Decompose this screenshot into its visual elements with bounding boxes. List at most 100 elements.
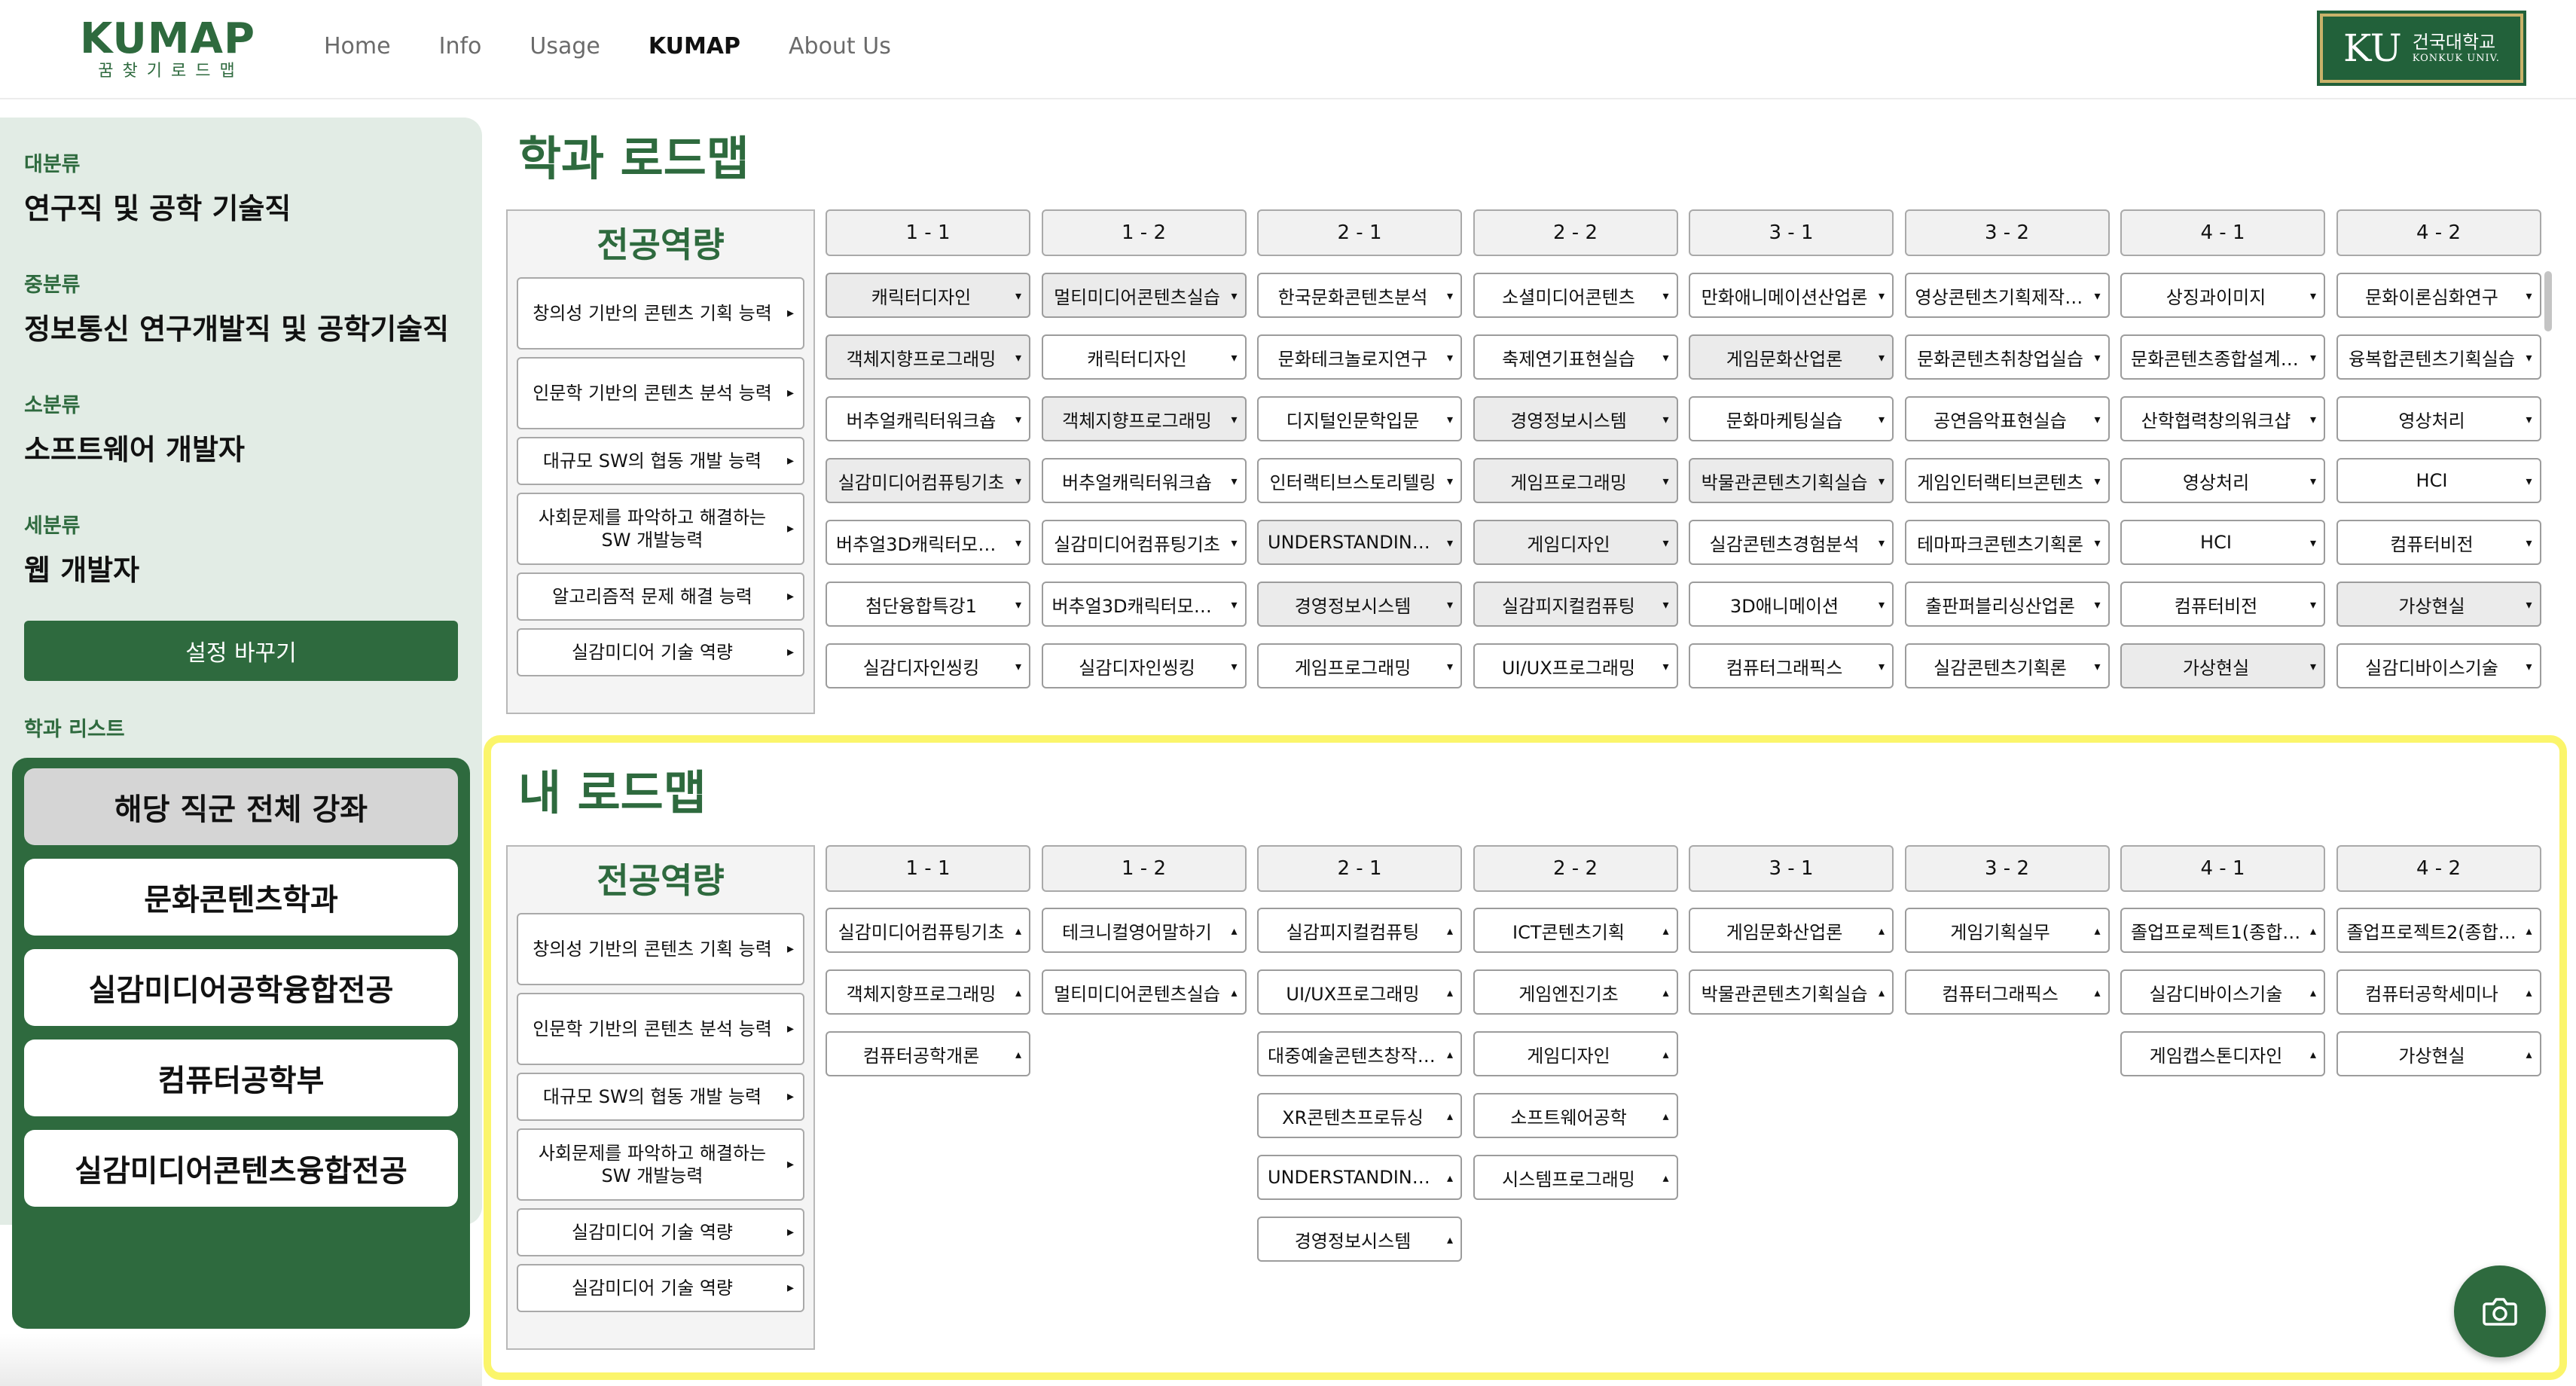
course-select[interactable]: 가상현실 ▴: [2336, 1031, 2541, 1076]
course-select[interactable]: 첨단융합특강1 ▾: [826, 582, 1030, 627]
course-select[interactable]: 산학협력창의워크샵 ▾: [2120, 396, 2325, 441]
course-select[interactable]: 가상현실 ▾: [2336, 582, 2541, 627]
course-select[interactable]: 실감디바이스기술 ▾: [2336, 643, 2541, 688]
course-select[interactable]: 시스템프로그래밍 ▴: [1473, 1155, 1678, 1200]
nav-about-us[interactable]: About Us: [789, 32, 891, 62]
course-select[interactable]: 게임디자인 ▴: [1473, 1031, 1678, 1076]
course-select[interactable]: 상징과이미지 ▾: [2120, 273, 2325, 318]
my-competency-item[interactable]: 대규모 SW의 협동 개발 능력 ▸: [517, 1073, 804, 1121]
nav-home[interactable]: Home: [324, 32, 391, 62]
course-select[interactable]: 문화마케팅실습 ▾: [1689, 396, 1894, 441]
course-select[interactable]: 실감디자인씽킹 ▾: [1041, 643, 1247, 688]
course-select[interactable]: 3D애니메이션 ▾: [1689, 582, 1894, 627]
course-select[interactable]: 실감콘텐츠기획론 ▾: [1904, 643, 2110, 688]
course-select[interactable]: UI/UX프로그래밍 ▴: [1257, 969, 1462, 1015]
course-select[interactable]: 박물관콘텐츠기획실습 ▴: [1689, 969, 1894, 1015]
dept-item-all-courses[interactable]: 해당 직군 전체 강좌: [24, 768, 458, 845]
dept-competency-item[interactable]: 알고리즘적 문제 해결 능력 ▸: [517, 572, 804, 621]
course-select[interactable]: 테마파크콘텐츠기획론 ▾: [1904, 520, 2110, 565]
course-select[interactable]: XR콘텐츠프로듀싱 ▴: [1257, 1093, 1462, 1138]
course-select[interactable]: 컴퓨터비전 ▾: [2120, 582, 2325, 627]
course-select[interactable]: 졸업프로젝트2(종합설계) ▴: [2336, 908, 2541, 953]
course-select[interactable]: 융복합콘텐츠기획실습 ▾: [2336, 334, 2541, 380]
course-select[interactable]: 문화이론심화연구 ▾: [2336, 273, 2541, 318]
course-select[interactable]: 객체지향프로그래밍 ▴: [826, 969, 1030, 1015]
course-select[interactable]: 경영정보시스템 ▾: [1473, 396, 1678, 441]
course-select[interactable]: 디지털인문학입문 ▾: [1257, 396, 1462, 441]
course-select[interactable]: 게임디자인 ▾: [1473, 520, 1678, 565]
course-select[interactable]: 컴퓨터공학세미나 ▴: [2336, 969, 2541, 1015]
course-select[interactable]: 소셜미디어콘텐츠 ▾: [1473, 273, 1678, 318]
course-select[interactable]: 객체지향프로그래밍 ▾: [1041, 396, 1247, 441]
course-select[interactable]: 문화테크놀로지연구 ▾: [1257, 334, 1462, 380]
course-select[interactable]: 실감피지컬컴퓨팅 ▾: [1473, 582, 1678, 627]
nav-kumap[interactable]: KUMAP: [649, 32, 740, 62]
course-select[interactable]: 가상현실 ▾: [2120, 643, 2325, 688]
course-select[interactable]: 소프트웨어공학 ▴: [1473, 1093, 1678, 1138]
course-select[interactable]: 게임프로그래밍 ▾: [1257, 643, 1462, 688]
course-select[interactable]: 버추얼3D캐릭터모델링 ▾: [1041, 582, 1247, 627]
nav-usage[interactable]: Usage: [530, 32, 600, 62]
course-select[interactable]: 멀티미디어콘텐츠실습 ▴: [1041, 969, 1247, 1015]
course-select[interactable]: 버추얼캐릭터워크숍 ▾: [826, 396, 1030, 441]
my-competency-item[interactable]: 인문학 기반의 콘텐츠 분석 능력 ▸: [517, 993, 804, 1065]
course-select[interactable]: 영상콘텐츠기획제작실습 ▾: [1904, 273, 2110, 318]
course-select[interactable]: UI/UX프로그래밍 ▾: [1473, 643, 1678, 688]
dept-grid-scrollbar[interactable]: [2544, 271, 2552, 331]
dept-competency-item[interactable]: 실감미디어 기술 역량 ▸: [517, 628, 804, 676]
course-select[interactable]: UNDERSTANDING MEDIA ▴: [1257, 1155, 1462, 1200]
dept-competency-item[interactable]: 인문학 기반의 콘텐츠 분석 능력 ▸: [517, 357, 804, 429]
course-select[interactable]: 졸업프로젝트1(종합설계) ▴: [2120, 908, 2325, 953]
my-competency-item[interactable]: 창의성 기반의 콘텐츠 기획 능력 ▸: [517, 913, 804, 985]
course-select[interactable]: HCI ▾: [2120, 520, 2325, 565]
course-select[interactable]: 실감디자인씽킹 ▾: [826, 643, 1030, 688]
course-select[interactable]: 컴퓨터그래픽스 ▾: [1689, 643, 1894, 688]
course-select[interactable]: 컴퓨터그래픽스 ▴: [1904, 969, 2110, 1015]
dept-competency-item[interactable]: 창의성 기반의 콘텐츠 기획 능력 ▸: [517, 277, 804, 350]
course-select[interactable]: HCI ▾: [2336, 458, 2541, 503]
course-select[interactable]: 게임캡스톤디자인 ▴: [2120, 1031, 2325, 1076]
course-select[interactable]: 박물관콘텐츠기획실습 ▾: [1689, 458, 1894, 503]
course-select[interactable]: 캐릭터디자인 ▾: [1041, 334, 1247, 380]
dept-item-immersive-media-eng[interactable]: 실감미디어공학융합전공: [24, 949, 458, 1026]
course-select[interactable]: 실감미디어컴퓨팅기초 ▾: [826, 458, 1030, 503]
course-select[interactable]: 게임문화산업론 ▾: [1689, 334, 1894, 380]
course-select[interactable]: 축제연기표현실습 ▾: [1473, 334, 1678, 380]
dept-item-computer-eng[interactable]: 컴퓨터공학부: [24, 1040, 458, 1116]
change-settings-button[interactable]: 설정 바꾸기: [24, 621, 458, 681]
course-select[interactable]: 만화애니메이션산업론 ▾: [1689, 273, 1894, 318]
course-select[interactable]: 공연음악표현실습 ▾: [1904, 396, 2110, 441]
course-select[interactable]: 한국문화콘텐츠분석 ▾: [1257, 273, 1462, 318]
course-select[interactable]: 게임엔진기초 ▴: [1473, 969, 1678, 1015]
dept-item-culture-contents[interactable]: 문화콘텐츠학과: [24, 859, 458, 936]
course-select[interactable]: 테크니컬영어말하기 ▴: [1041, 908, 1247, 953]
course-select[interactable]: 게임기획실무 ▴: [1904, 908, 2110, 953]
my-competency-item[interactable]: 실감미디어 기술 역량 ▸: [517, 1264, 804, 1312]
course-select[interactable]: 버추얼캐릭터워크숍 ▾: [1041, 458, 1247, 503]
course-select[interactable]: 인터랙티브스토리텔링 ▾: [1257, 458, 1462, 503]
course-select[interactable]: 문화콘텐츠종합설계실습 ▾: [2120, 334, 2325, 380]
course-select[interactable]: 영상처리 ▾: [2120, 458, 2325, 503]
course-select[interactable]: 실감피지컬컴퓨팅 ▴: [1257, 908, 1462, 953]
course-select[interactable]: ICT콘텐츠기획 ▴: [1473, 908, 1678, 953]
course-select[interactable]: 캐릭터디자인 ▾: [826, 273, 1030, 318]
nav-info[interactable]: Info: [439, 32, 482, 62]
course-select[interactable]: 컴퓨터비전 ▾: [2336, 520, 2541, 565]
course-select[interactable]: UNDERSTANDING MEDIA ▾: [1257, 520, 1462, 565]
screenshot-button[interactable]: [2454, 1265, 2546, 1357]
my-competency-item[interactable]: 사회문제를 파악하고 해결하는 SW 개발능력 ▸: [517, 1128, 804, 1201]
course-select[interactable]: 경영정보시스템 ▴: [1257, 1217, 1462, 1262]
course-select[interactable]: 버추얼3D캐릭터모델링 ▾: [826, 520, 1030, 565]
course-select[interactable]: 멀티미디어콘텐츠실습 ▾: [1041, 273, 1247, 318]
course-select[interactable]: 대중예술콘텐츠창작실습 ▴: [1257, 1031, 1462, 1076]
course-select[interactable]: 출판퍼블리싱산업론 ▾: [1904, 582, 2110, 627]
course-select[interactable]: 실감미디어컴퓨팅기초 ▴: [826, 908, 1030, 953]
course-select[interactable]: 실감콘텐츠경험분석 ▾: [1689, 520, 1894, 565]
course-select[interactable]: 게임인터랙티브콘텐츠 ▾: [1904, 458, 2110, 503]
dept-competency-item[interactable]: 대규모 SW의 협동 개발 능력 ▸: [517, 437, 804, 485]
course-select[interactable]: 컴퓨터공학개론 ▴: [826, 1031, 1030, 1076]
course-select[interactable]: 게임문화산업론 ▴: [1689, 908, 1894, 953]
my-competency-item[interactable]: 실감미디어 기술 역량 ▸: [517, 1208, 804, 1256]
course-select[interactable]: 객체지향프로그래밍 ▾: [826, 334, 1030, 380]
course-select[interactable]: 실감디바이스기술 ▴: [2120, 969, 2325, 1015]
